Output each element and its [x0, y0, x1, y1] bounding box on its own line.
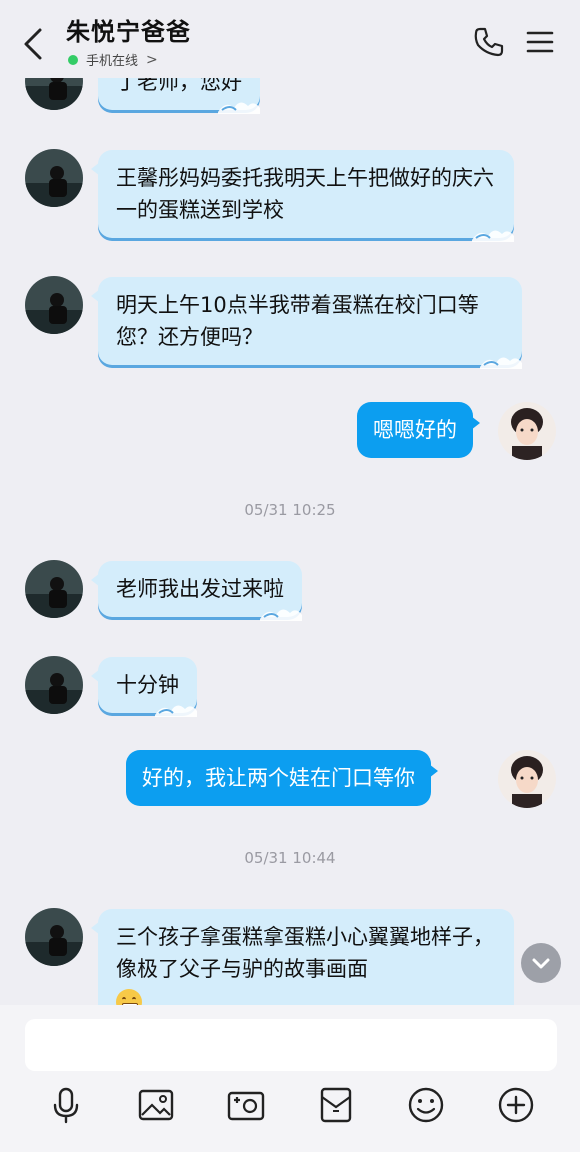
input-bar: [0, 1005, 580, 1152]
message-bubble[interactable]: 明天上午10点半我带着蛋糕在校门口等您？还方便吗？: [91, 277, 522, 369]
contact-avatar[interactable]: [25, 276, 83, 334]
bubble-decoration: [218, 102, 260, 114]
scroll-to-bottom-button[interactable]: [521, 943, 561, 983]
bubble-decoration: [480, 357, 522, 369]
contact-avatar[interactable]: [25, 656, 83, 714]
back-chevron-icon[interactable]: [18, 24, 48, 64]
emoji-grin-icon: [116, 989, 142, 1005]
image-icon[interactable]: [136, 1085, 176, 1125]
plus-icon[interactable]: [496, 1085, 536, 1125]
contact-avatar[interactable]: [25, 560, 83, 618]
message-bubble[interactable]: 王馨彤妈妈委托我明天上午把做好的庆六一的蛋糕送到学校: [91, 150, 514, 242]
bubble-decoration: [155, 705, 197, 717]
message-text: 十分钟: [116, 673, 179, 697]
status-text: 手机在线: [86, 54, 139, 69]
menu-icon[interactable]: [526, 28, 554, 56]
message-text: 老师我出发过来啦: [116, 577, 284, 601]
message-bubble[interactable]: 老师我出发过来啦: [91, 561, 302, 621]
camera-icon[interactable]: [226, 1085, 266, 1125]
message-bubble[interactable]: 三个孩子拿蛋糕拿蛋糕小心翼翼地样子，像极了父子与驴的故事画面: [91, 909, 514, 1005]
phone-icon[interactable]: [472, 25, 506, 59]
red-packet-icon[interactable]: [316, 1085, 356, 1125]
message-bubble-self[interactable]: 好的，我让两个娃在门口等你: [126, 750, 438, 806]
chat-area[interactable]: 丁老师，您好 王馨彤妈妈委托我明天上午把做好的庆六一的蛋糕送到学校 明天上午10…: [0, 0, 580, 1005]
message-text: 好的，我让两个娃在门口等你: [142, 766, 415, 790]
chat-header: 朱悦宁爸爸 手机在线 >: [0, 0, 580, 78]
message-text: 嗯嗯好的: [373, 418, 457, 442]
message-input[interactable]: [25, 1019, 557, 1071]
microphone-icon[interactable]: [46, 1085, 86, 1125]
bubble-decoration: [260, 609, 302, 621]
timestamp: 05/31 10:25: [244, 501, 336, 519]
message-bubble-self[interactable]: 嗯嗯好的: [357, 402, 480, 458]
contact-name[interactable]: 朱悦宁爸爸: [66, 12, 191, 47]
message-text: 王馨彤妈妈委托我明天上午把做好的庆六一的蛋糕送到学校: [116, 166, 494, 222]
message-bubble[interactable]: 十分钟: [91, 657, 197, 717]
emoji-icon[interactable]: [406, 1085, 446, 1125]
contact-avatar[interactable]: [25, 908, 83, 966]
contact-avatar[interactable]: [25, 149, 83, 207]
bubble-decoration: [472, 230, 514, 242]
status-chevron-icon: >: [146, 51, 158, 68]
online-status[interactable]: 手机在线 >: [68, 50, 158, 69]
online-dot-icon: [68, 54, 78, 65]
message-text: 三个孩子拿蛋糕拿蛋糕小心翼翼地样子，像极了父子与驴的故事画面: [116, 925, 494, 981]
message-text: 明天上午10点半我带着蛋糕在校门口等您？还方便吗？: [116, 293, 479, 349]
self-avatar[interactable]: [498, 402, 556, 460]
self-avatar[interactable]: [498, 750, 556, 808]
timestamp: 05/31 10:44: [244, 849, 336, 867]
chevron-down-icon: [532, 958, 550, 969]
